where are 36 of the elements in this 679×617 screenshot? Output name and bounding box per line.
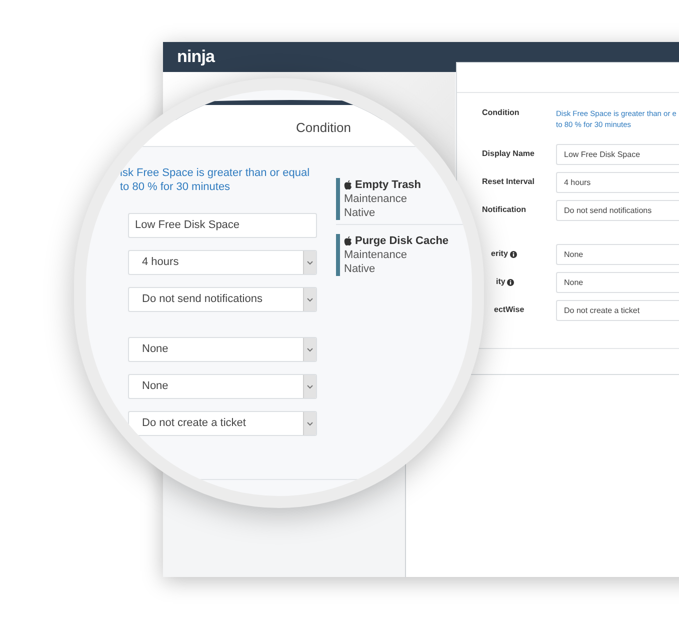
input-field[interactable]: None bbox=[556, 272, 679, 293]
dropdown-field[interactable]: 4 hours bbox=[128, 250, 317, 275]
field-label: Reset Interval bbox=[482, 177, 534, 187]
dropdown-field[interactable]: None bbox=[128, 374, 317, 399]
task-item[interactable]: Empty Trash Maintenance Native bbox=[336, 178, 472, 220]
dropdown-field[interactable]: Do not create a ticket bbox=[128, 411, 317, 436]
input-field[interactable]: None bbox=[556, 244, 679, 265]
input-field[interactable]: Do not send notifications bbox=[556, 200, 679, 221]
field-label: ity bbox=[496, 277, 506, 287]
field-label: erity bbox=[491, 249, 508, 259]
chevron-down-icon bbox=[307, 384, 313, 388]
chevron-down-icon bbox=[307, 298, 313, 302]
dropdown-toggle[interactable] bbox=[303, 251, 316, 274]
input-field[interactable]: Low Free Disk Space bbox=[128, 213, 317, 238]
input-field[interactable]: Low Free Disk Space bbox=[556, 144, 679, 165]
dropdown-field[interactable]: None bbox=[128, 337, 317, 362]
field-label: Display Name bbox=[482, 149, 534, 159]
dropdown-toggle[interactable] bbox=[303, 375, 316, 398]
input-field[interactable]: 4 hours bbox=[556, 172, 679, 193]
task-item[interactable]: Purge Disk Cache Maintenance Native bbox=[336, 234, 472, 276]
dropdown-toggle[interactable] bbox=[303, 338, 316, 361]
apple-icon bbox=[344, 180, 352, 190]
chevron-down-icon bbox=[307, 260, 313, 264]
condition-text: to 80 % for 30 minutes bbox=[120, 180, 232, 194]
field-label: ectWise bbox=[494, 305, 524, 315]
dropdown-toggle[interactable] bbox=[303, 412, 316, 435]
dialog-title: Condition bbox=[296, 119, 351, 137]
field-label: Condition bbox=[482, 108, 520, 118]
apple-icon bbox=[344, 236, 352, 246]
field-label: Notification bbox=[482, 205, 526, 215]
dropdown-field[interactable]: Do not send notifications bbox=[128, 287, 317, 312]
dropdown-toggle[interactable] bbox=[303, 288, 316, 311]
chevron-down-icon bbox=[307, 348, 313, 352]
logo[interactable]: ninja bbox=[177, 44, 215, 70]
input-field[interactable]: Do not create a ticket bbox=[556, 300, 679, 321]
chevron-down-icon bbox=[307, 422, 313, 426]
